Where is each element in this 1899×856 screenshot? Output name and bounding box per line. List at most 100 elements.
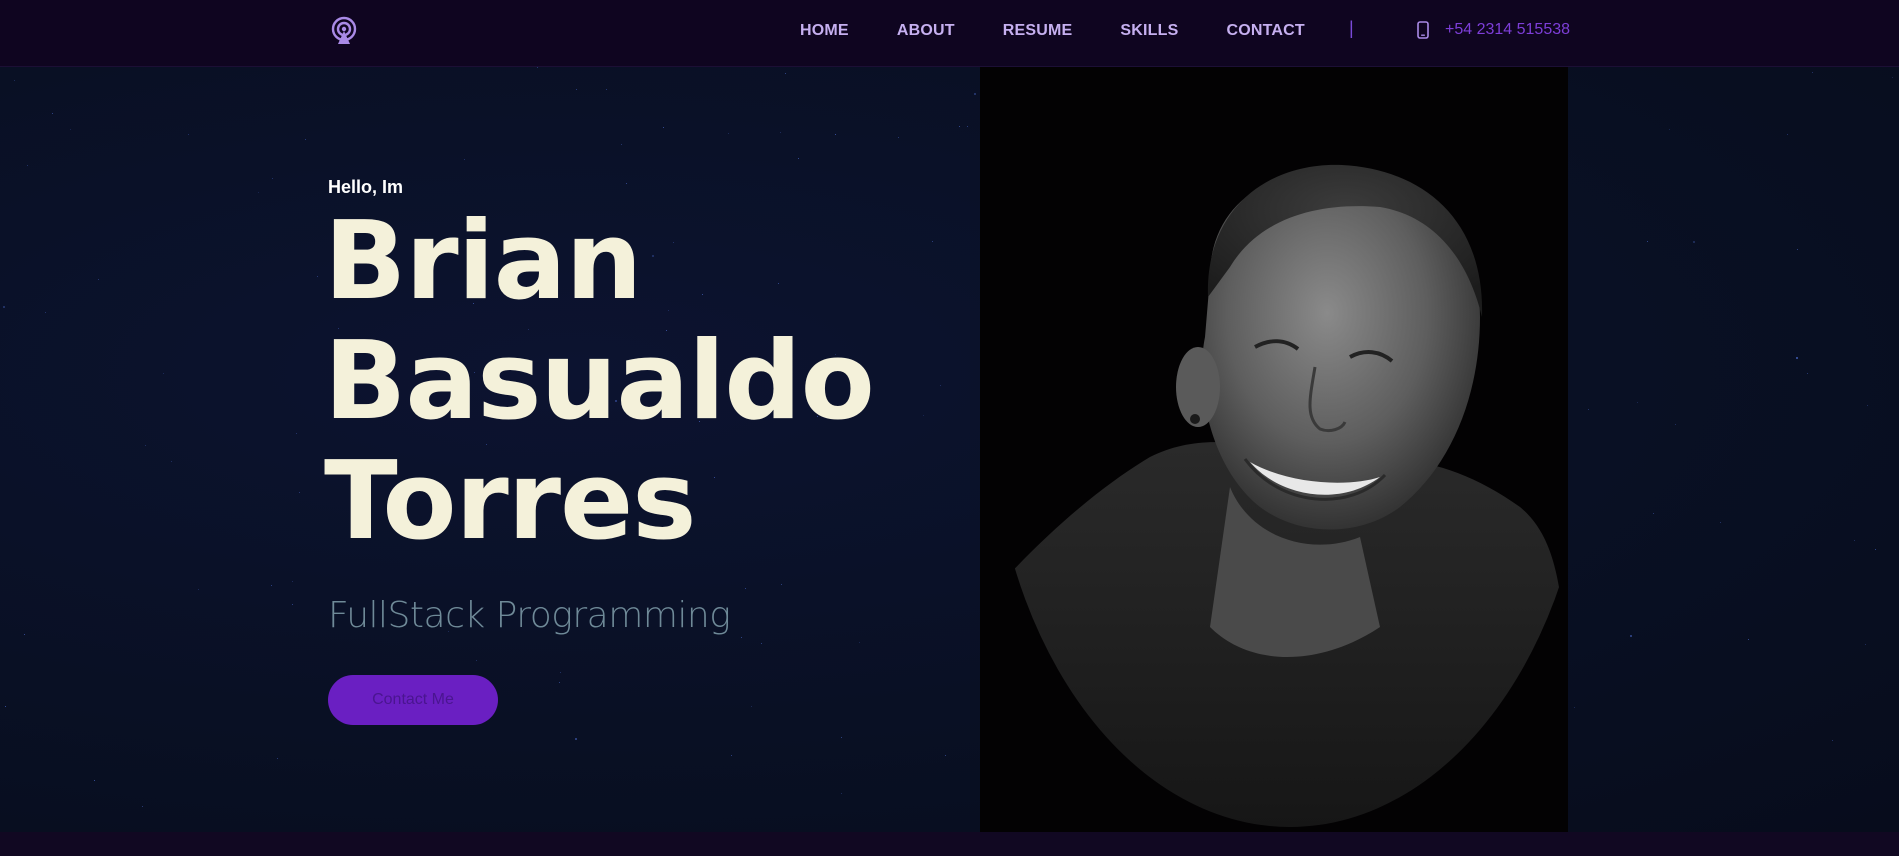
star-dot <box>751 706 752 707</box>
star-dot <box>5 706 6 707</box>
star-dot <box>145 445 146 446</box>
star-dot <box>959 126 960 127</box>
star-dot <box>798 158 799 159</box>
bottom-strip <box>0 832 1899 856</box>
star-dot <box>781 584 782 585</box>
star-dot <box>967 126 968 127</box>
star-dot <box>859 642 860 643</box>
star-dot <box>898 137 899 138</box>
hero-name: Brian Basualdo Torres <box>324 202 964 562</box>
star-dot <box>1854 540 1855 541</box>
star-dot <box>163 373 164 374</box>
hero-name-middle: Basualdo <box>324 319 875 444</box>
hero-subtitle: FullStack Programming <box>328 595 731 636</box>
star-dot <box>98 279 99 280</box>
nav-link-home[interactable]: HOME <box>800 22 849 40</box>
star-dot <box>1807 373 1808 374</box>
star-dot <box>464 159 465 160</box>
star-dot <box>741 637 742 638</box>
star-dot <box>559 682 560 683</box>
nav-link-resume[interactable]: RESUME <box>1003 22 1073 40</box>
podcast-antenna-icon[interactable] <box>328 16 360 46</box>
nav-link-skills[interactable]: SKILLS <box>1120 22 1178 40</box>
star-dot <box>537 67 538 68</box>
star-dot <box>663 127 664 128</box>
star-dot <box>1867 405 1868 406</box>
star-dot <box>841 793 842 794</box>
star-dot <box>728 133 729 134</box>
star-dot <box>1675 424 1676 425</box>
phone-number-link[interactable]: +54 2314 515538 <box>1445 21 1570 39</box>
star-dot <box>621 144 622 145</box>
star-dot <box>780 132 781 133</box>
nav-divider: | <box>1349 18 1354 38</box>
hero-name-first: Brian <box>324 199 642 324</box>
star-dot <box>305 139 306 140</box>
star-dot <box>299 492 300 493</box>
star-dot <box>258 192 259 193</box>
star-dot <box>272 178 273 179</box>
hero-greeting: Hello, Im <box>328 177 404 197</box>
star-dot <box>761 643 762 644</box>
star-dot <box>24 634 25 635</box>
mobile-phone-icon <box>1417 21 1429 39</box>
star-dot <box>1693 241 1695 243</box>
top-navbar: HOME ABOUT RESUME SKILLS CONTACT | +54 2… <box>0 0 1899 67</box>
portrait-photo-panel <box>980 67 1568 832</box>
star-dot <box>292 604 293 605</box>
star-dot <box>296 433 297 434</box>
star-dot <box>1574 707 1575 708</box>
nav-link-contact[interactable]: CONTACT <box>1226 22 1304 40</box>
star-dot <box>1720 522 1721 523</box>
star-dot <box>1832 740 1833 741</box>
star-dot <box>188 134 189 135</box>
star-dot <box>1653 513 1654 514</box>
star-dot <box>576 89 577 90</box>
star-dot <box>476 660 477 661</box>
main-nav: HOME ABOUT RESUME SKILLS CONTACT <box>800 0 1353 67</box>
star-dot <box>575 738 577 740</box>
star-dot <box>731 755 732 756</box>
star-dot <box>1669 129 1670 130</box>
hero-section: Hello, Im Brian Basualdo Torres FullStac… <box>0 67 1899 832</box>
star-dot <box>785 73 786 74</box>
star-dot <box>1647 241 1648 242</box>
star-dot <box>1787 134 1788 135</box>
star-dot <box>1812 72 1813 73</box>
star-dot <box>835 134 836 135</box>
nav-link-about[interactable]: ABOUT <box>897 22 955 40</box>
star-dot <box>1892 77 1893 78</box>
star-dot <box>1748 639 1749 640</box>
star-dot <box>198 589 199 590</box>
star-dot <box>1637 402 1638 403</box>
hero-name-last: Torres <box>324 439 697 564</box>
portrait-photo <box>980 67 1568 832</box>
star-dot <box>3 306 5 308</box>
star-dot <box>27 165 28 166</box>
star-dot <box>945 755 946 756</box>
star-dot <box>1630 635 1632 637</box>
star-dot <box>45 312 46 313</box>
star-dot <box>745 588 746 589</box>
star-dot <box>94 780 95 781</box>
star-dot <box>1875 549 1876 550</box>
star-dot <box>142 806 143 807</box>
star-dot <box>626 183 627 184</box>
star-dot <box>1797 249 1798 250</box>
star-dot <box>171 461 172 462</box>
star-dot <box>52 113 53 114</box>
star-dot <box>974 93 976 95</box>
star-dot <box>1865 644 1866 645</box>
star-dot <box>560 672 561 673</box>
star-dot <box>70 129 71 130</box>
star-dot <box>1796 357 1798 359</box>
star-dot <box>292 581 293 582</box>
star-dot <box>606 89 607 90</box>
star-dot <box>271 585 272 586</box>
star-dot <box>317 276 318 277</box>
star-dot <box>841 737 842 738</box>
star-dot <box>14 80 15 81</box>
contact-me-button[interactable]: Contact Me <box>328 675 498 725</box>
star-dot <box>277 758 278 759</box>
star-dot <box>1588 409 1589 410</box>
